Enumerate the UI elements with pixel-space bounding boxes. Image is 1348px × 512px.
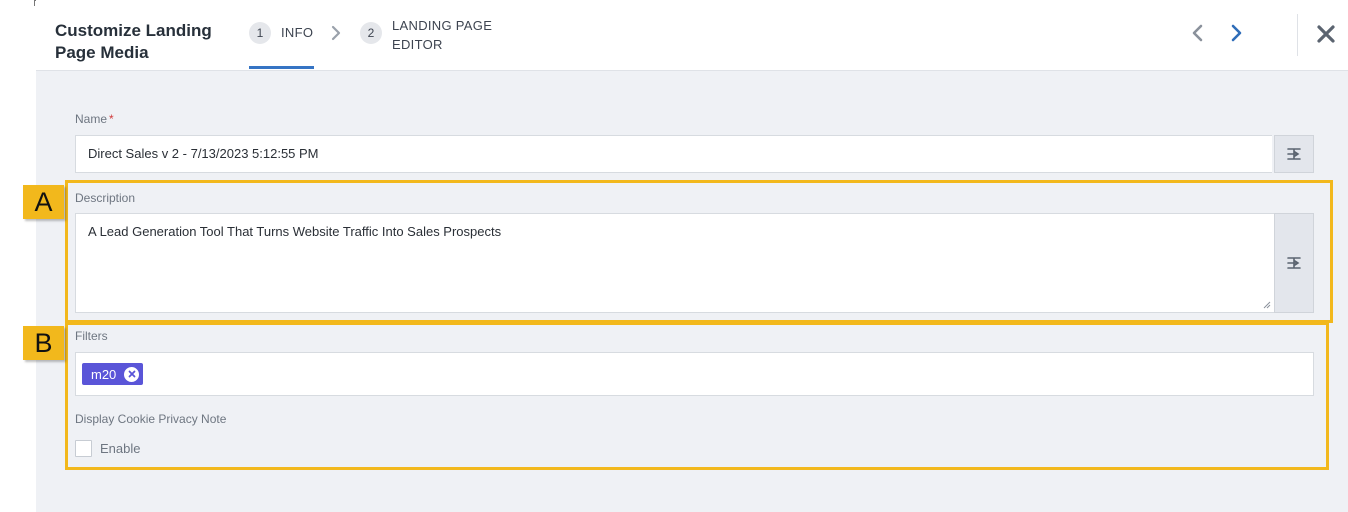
name-wrap-button[interactable] bbox=[1274, 135, 1314, 173]
modal-header: Customize Landing Page Media 1 INFO 2 LA… bbox=[36, 0, 1348, 71]
step-label: INFO bbox=[281, 25, 314, 40]
header-divider bbox=[1297, 14, 1298, 56]
name-label: Name * bbox=[75, 112, 114, 126]
page-background bbox=[0, 0, 36, 512]
step-number: 1 bbox=[249, 22, 271, 44]
step-label: LANDING PAGE EDITOR bbox=[392, 18, 493, 52]
chevron-left-icon[interactable] bbox=[1188, 22, 1208, 44]
text-wrap-icon bbox=[1287, 148, 1301, 160]
chevron-right-icon bbox=[331, 25, 341, 41]
modal-title: Customize Landing Page Media bbox=[55, 21, 212, 62]
active-step-indicator bbox=[249, 66, 314, 69]
step-landing-page-editor[interactable]: 2 LANDING PAGE EDITOR bbox=[360, 18, 502, 54]
close-icon[interactable] bbox=[1314, 22, 1338, 46]
chevron-right-icon[interactable] bbox=[1226, 22, 1246, 44]
name-input[interactable]: Direct Sales v 2 - 7/13/2023 5:12:55 PM bbox=[75, 135, 1272, 173]
callout-tag-b: B bbox=[23, 326, 64, 360]
step-info[interactable]: 1 INFO bbox=[249, 22, 313, 44]
step-number: 2 bbox=[360, 22, 382, 44]
callout-box-a bbox=[65, 180, 1333, 323]
required-mark: * bbox=[109, 112, 114, 126]
callout-box-b bbox=[65, 322, 1329, 470]
name-label-text: Name bbox=[75, 112, 108, 126]
callout-tag-a: A bbox=[23, 185, 64, 219]
